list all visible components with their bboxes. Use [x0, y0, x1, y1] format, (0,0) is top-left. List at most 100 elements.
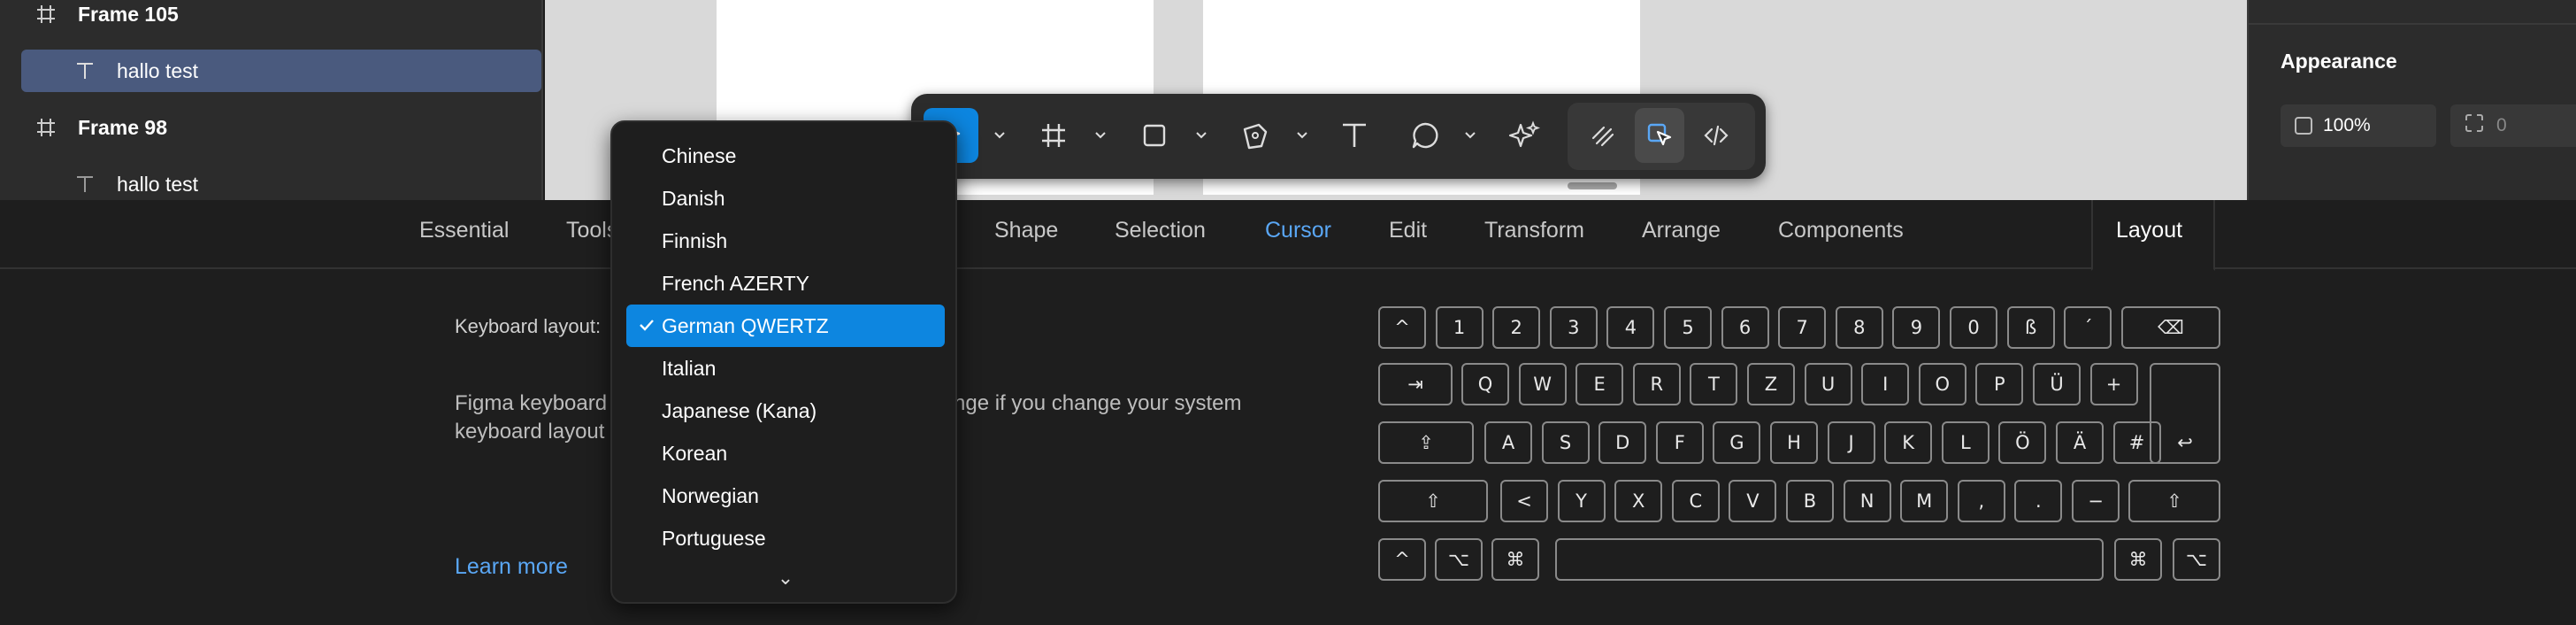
comment-icon: [1412, 122, 1438, 149]
dropdown-option[interactable]: Finnish: [626, 220, 945, 262]
keyboard-key: U: [1804, 363, 1852, 405]
draw-icon: [1591, 126, 1614, 147]
layer-frame-105[interactable]: Frame 105: [0, 0, 543, 35]
keyboard-key: −: [2072, 480, 2120, 522]
keyboard-key: 5: [1664, 306, 1712, 349]
keyboard-key: D: [1598, 421, 1647, 464]
keyboard-key: V: [1729, 480, 1777, 522]
layer-name: hallo test: [117, 172, 199, 196]
keyboard-key: 0: [1950, 306, 1997, 349]
sparkle-icon: [1508, 120, 1540, 148]
layer-text-hallo-test[interactable]: hallo test: [0, 163, 543, 205]
chevron-down-icon[interactable]: [1461, 124, 1479, 147]
keyboard-key: O: [1918, 363, 1966, 405]
scroll-down-indicator[interactable]: ⌄: [612, 567, 959, 590]
opacity-field[interactable]: 100%: [2281, 104, 2436, 147]
keyboard-key: X: [1614, 480, 1663, 522]
pen-tool-button[interactable]: [1228, 108, 1283, 163]
layer-text-hallo-test-selected[interactable]: hallo test: [21, 50, 541, 92]
dropdown-option-label: German QWERTZ: [662, 313, 829, 337]
keyboard-key: K: [1884, 421, 1933, 464]
keyboard-key: T: [1690, 363, 1738, 405]
space-key: [1555, 538, 2104, 581]
dropdown-option[interactable]: Norwegian: [626, 475, 945, 517]
keyboard-key: B: [1786, 480, 1834, 522]
dropdown-option[interactable]: Korean: [626, 432, 945, 475]
keyboard-visual: ^ 1 2 3 4 5 6 7 8 9 0 ß ´ ⌫ ⇥ Q W E R T Z U I O P Ü + ↩ ⇪ A S D F G H J K L Ö Ä…: [0, 200, 2576, 625]
actions-tool-button[interactable]: [1497, 108, 1552, 163]
dropdown-option[interactable]: Portuguese: [626, 517, 945, 559]
rectangle-icon: [1143, 124, 1166, 147]
keyboard-key: M: [1900, 480, 1949, 522]
tab-key: ⇥: [1378, 363, 1453, 405]
dropdown-option-label: French AZERTY: [662, 271, 810, 295]
keyboard-key: L: [1941, 421, 1990, 464]
dropdown-option-label: Korean: [662, 441, 728, 465]
layer-frame-98[interactable]: Frame 98: [0, 106, 543, 149]
frame-icon: [34, 115, 58, 140]
dropdown-option[interactable]: French AZERTY: [626, 262, 945, 305]
dropdown-option-label: Chinese: [662, 143, 737, 167]
command-key: ⌘: [1491, 538, 1539, 581]
keyboard-key: +: [2089, 363, 2138, 405]
chevron-down-icon[interactable]: [991, 124, 1008, 147]
keyboard-key: J: [1827, 421, 1875, 464]
chevron-down-icon[interactable]: [1092, 124, 1109, 147]
keyboard-key: .: [2014, 480, 2063, 522]
dropdown-option[interactable]: Italian: [626, 347, 945, 390]
design-cursor-icon: [1647, 123, 1672, 146]
corner-radius-icon: [2465, 113, 2484, 138]
keyboard-key: Q: [1461, 363, 1509, 405]
keyboard-key: R: [1632, 363, 1681, 405]
dropdown-option[interactable]: German QWERTZ: [626, 305, 945, 347]
dropdown-option-label: Norwegian: [662, 483, 759, 507]
keyboard-key: E: [1576, 363, 1624, 405]
code-icon: [1704, 125, 1729, 146]
layer-name: hallo test: [117, 58, 199, 82]
checkmark-icon: [637, 315, 656, 335]
dropdown-option-label: Italian: [662, 356, 717, 380]
keyboard-key: 1: [1435, 306, 1484, 349]
right-shift-key: ⇧: [2128, 480, 2220, 522]
keyboard-key: 8: [1835, 306, 1883, 349]
keyboard-key: S: [1541, 421, 1590, 464]
dropdown-option[interactable]: Danish: [626, 177, 945, 220]
shape-tool-button[interactable]: [1127, 108, 1182, 163]
dev-mode-button[interactable]: [1691, 108, 1741, 163]
corner-radius-field[interactable]: 0: [2450, 104, 2576, 147]
dropdown-option-label: Finnish: [662, 228, 728, 252]
opacity-icon: [2295, 117, 2312, 135]
draw-mode-button[interactable]: [1578, 108, 1628, 163]
frame-tool-button[interactable]: [1026, 108, 1081, 163]
design-mode-button[interactable]: [1635, 108, 1684, 163]
appearance-title: Appearance: [2281, 50, 2397, 73]
left-shift-key: ⇧: [1378, 480, 1488, 522]
frame-icon: [34, 2, 58, 27]
dropdown-option[interactable]: Japanese (Kana): [626, 390, 945, 432]
keyboard-key: 2: [1492, 306, 1541, 349]
canvas-scrollbar[interactable]: [1568, 182, 1617, 189]
layers-panel: Frame 105 hallo test Frame 98 hallo test: [0, 0, 543, 200]
text-icon: [1343, 123, 1366, 147]
comment-tool-button[interactable]: [1398, 108, 1453, 163]
dropdown-option-label: Japanese (Kana): [662, 398, 817, 422]
keyboard-key: I: [1861, 363, 1910, 405]
keyboard-key: Z: [1747, 363, 1795, 405]
keyboard-key: 9: [1892, 306, 1941, 349]
keyboard-key: 7: [1778, 306, 1827, 349]
keyboard-key: G: [1713, 421, 1761, 464]
command-key: ⌘: [2114, 538, 2162, 581]
keyboard-shortcuts-panel: Essential Tools Shape Selection Cursor E…: [0, 200, 2576, 625]
keyboard-key: N: [1843, 480, 1891, 522]
frame-icon: [1042, 124, 1065, 147]
keyboard-key: <: [1500, 480, 1548, 522]
keyboard-key: A: [1484, 421, 1532, 464]
control-key: ^: [1378, 538, 1426, 581]
keyboard-key: 6: [1721, 306, 1769, 349]
keyboard-key: Y: [1557, 480, 1606, 522]
dropdown-option[interactable]: Chinese: [626, 135, 945, 177]
chevron-down-icon[interactable]: [1293, 124, 1311, 147]
chevron-down-icon[interactable]: [1192, 124, 1210, 147]
text-tool-button[interactable]: [1327, 108, 1382, 163]
dropdown-option-label: Portuguese: [662, 526, 766, 550]
